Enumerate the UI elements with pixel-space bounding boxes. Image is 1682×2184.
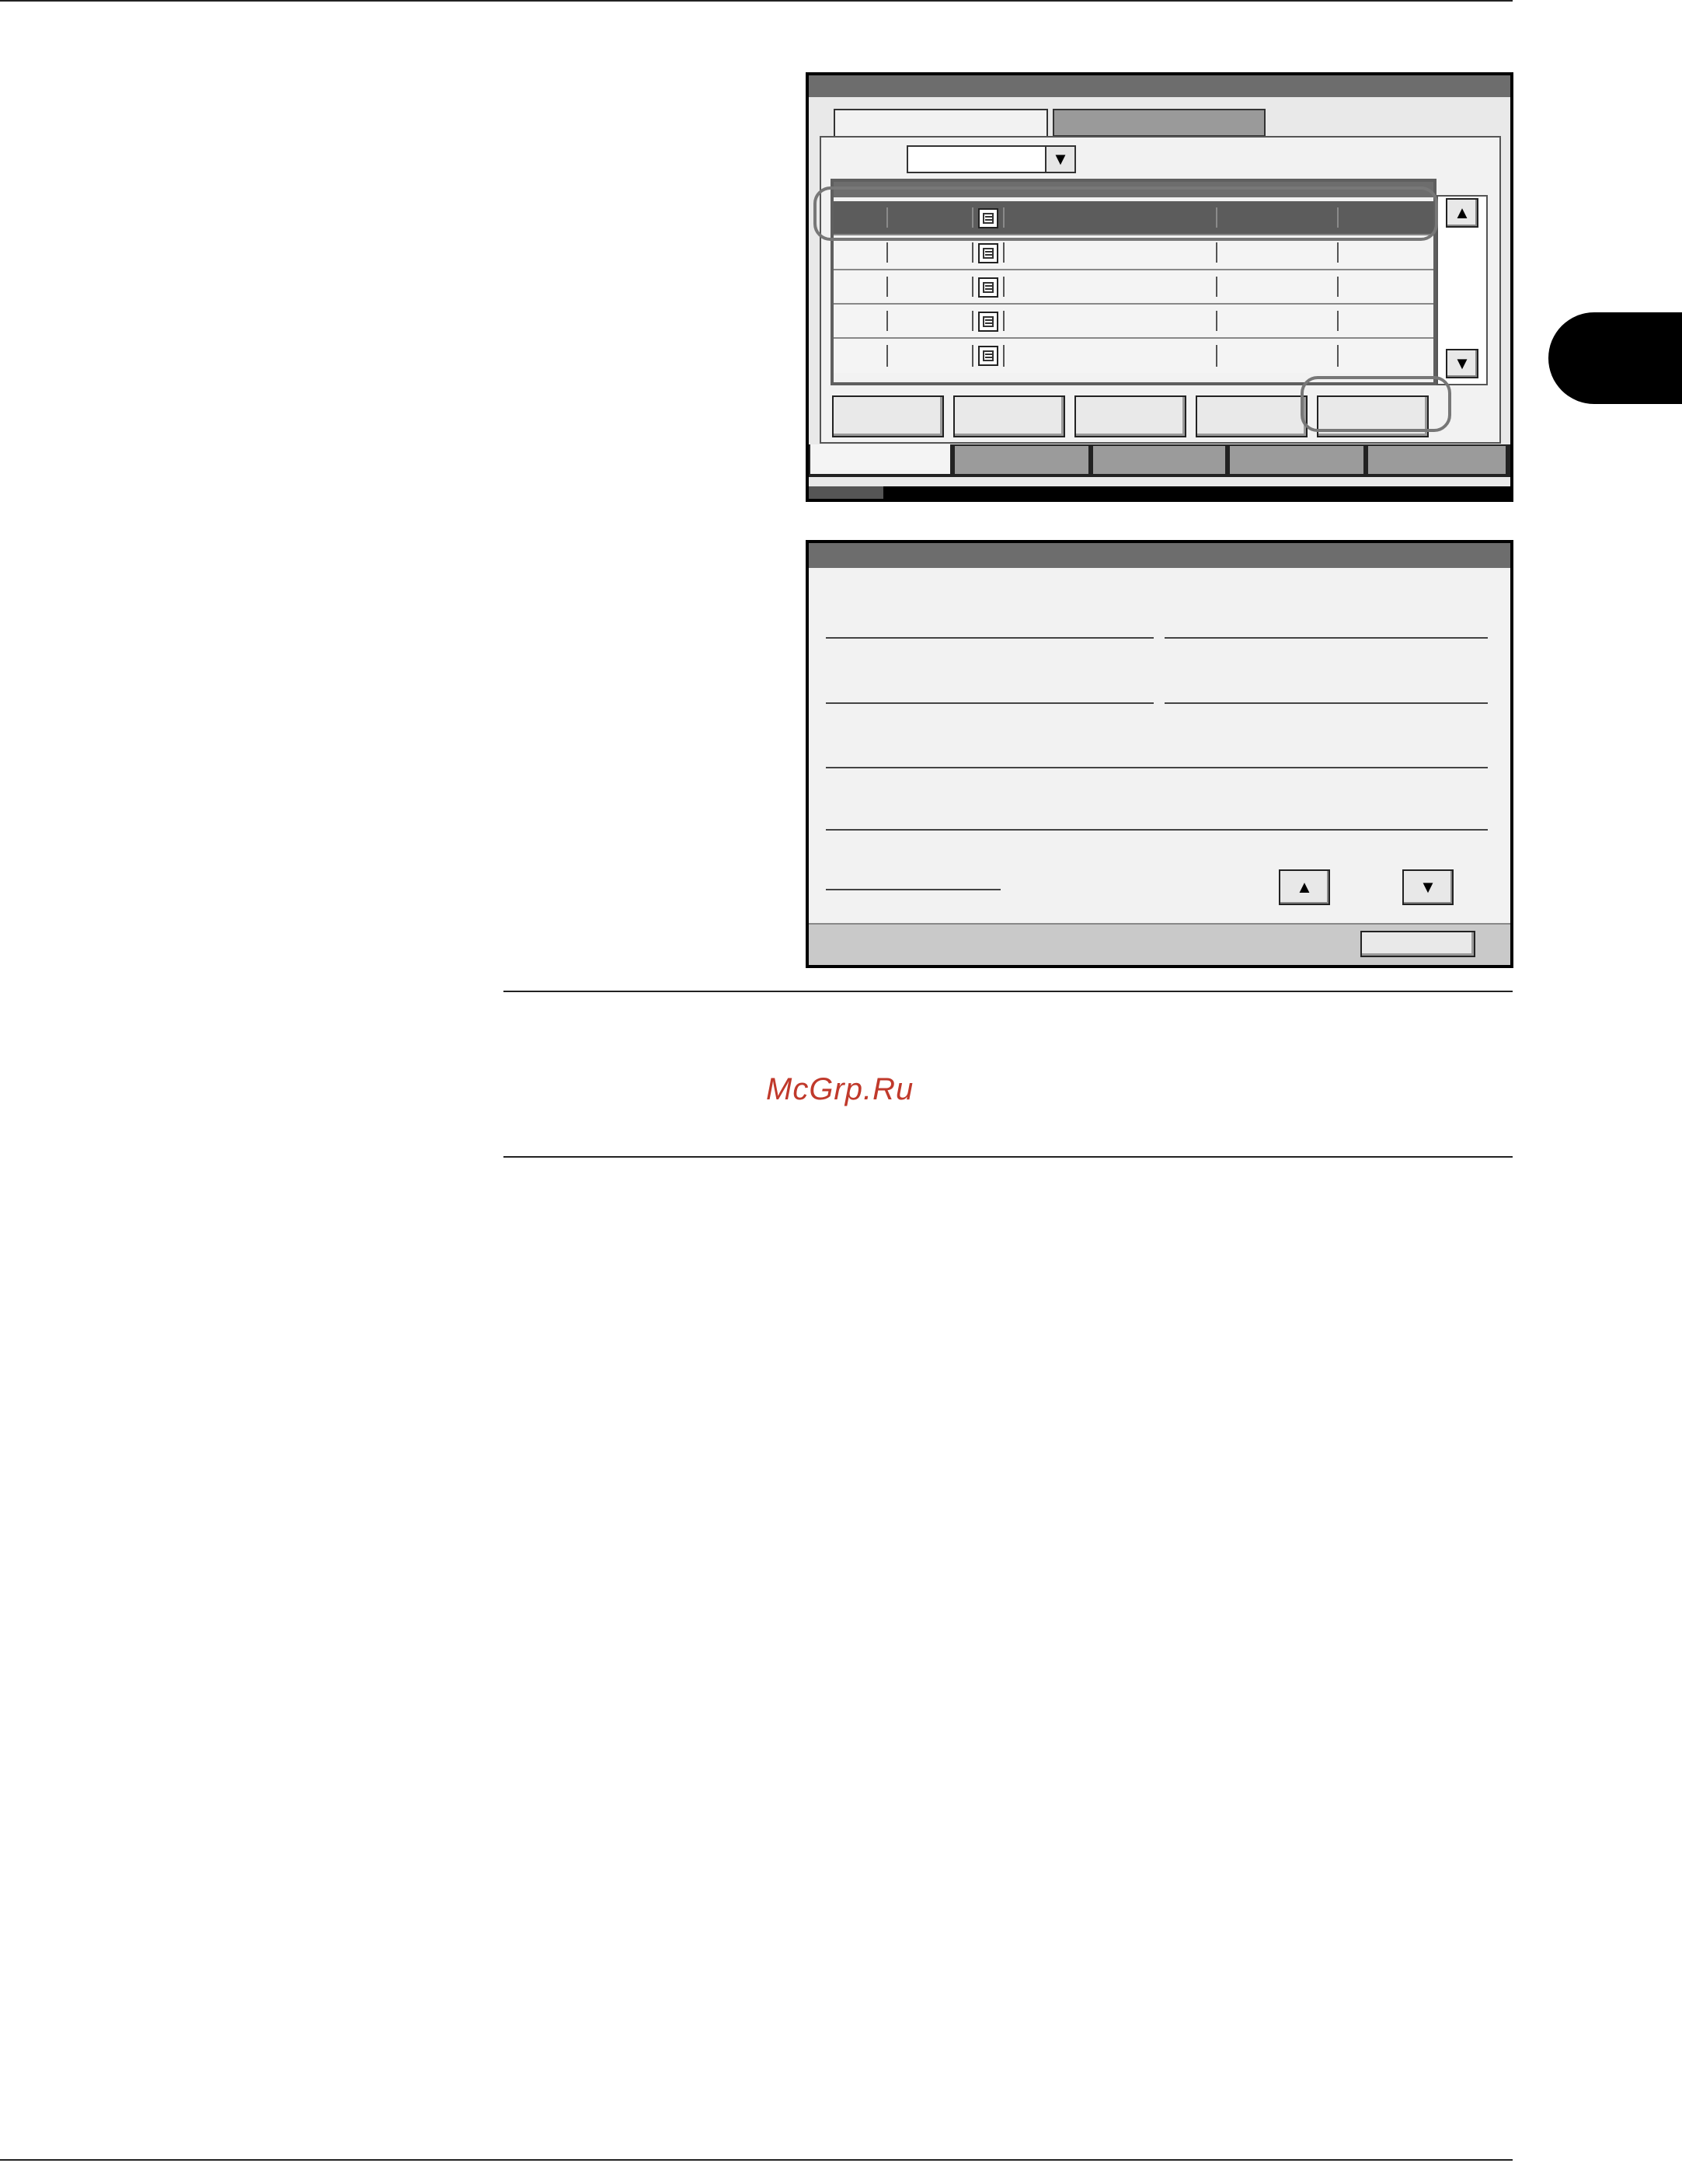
field-underline [826, 889, 1001, 890]
note-bottom-rule [503, 1156, 1513, 1158]
col-divider [1003, 311, 1005, 331]
col-divider [886, 311, 888, 331]
field-underline [826, 829, 1488, 831]
tab-active[interactable] [834, 109, 1048, 140]
table-row[interactable] [834, 236, 1433, 270]
col-divider [1337, 311, 1339, 331]
field-underline [826, 702, 1154, 704]
detail-button-callout [1301, 376, 1451, 432]
col-divider [1216, 277, 1217, 297]
field-underline [826, 637, 1154, 639]
list-scrollbar[interactable]: ▲ ▼ [1436, 195, 1488, 385]
bottom-tab-2[interactable] [953, 444, 1090, 475]
col-divider [1216, 345, 1217, 367]
note-top-rule [503, 991, 1513, 992]
col-divider [886, 345, 888, 367]
col-divider [1337, 242, 1339, 263]
col-divider [1337, 345, 1339, 367]
selected-row-callout [813, 186, 1438, 241]
col-divider [886, 277, 888, 297]
filter-dropdown[interactable]: ▼ [907, 145, 1076, 173]
bottom-tab-bar [809, 444, 1510, 477]
action-button-1[interactable] [832, 395, 944, 437]
detail-footer [809, 923, 1510, 965]
col-divider [886, 242, 888, 263]
chevron-down-icon[interactable]: ▼ [1045, 147, 1074, 172]
col-divider [972, 345, 973, 367]
screen-title-bar [809, 75, 1510, 97]
field-underline [826, 767, 1488, 768]
up-triangle-icon: ▲ [1454, 203, 1471, 222]
bottom-tab-5[interactable] [1367, 444, 1507, 475]
status-indicator [809, 486, 883, 499]
col-divider [1003, 277, 1005, 297]
document-icon [978, 312, 998, 332]
document-icon [978, 346, 998, 366]
table-row[interactable] [834, 305, 1433, 339]
table-row[interactable] [834, 339, 1433, 373]
col-divider [972, 277, 973, 297]
action-button-2[interactable] [953, 395, 1065, 437]
document-icon [978, 243, 998, 263]
down-triangle-icon: ▼ [1419, 877, 1436, 897]
col-divider [972, 242, 973, 263]
top-rule [0, 0, 1513, 2]
table-row[interactable] [834, 270, 1433, 305]
col-divider [1216, 242, 1217, 263]
col-divider [1003, 242, 1005, 263]
action-button-4[interactable] [1196, 395, 1308, 437]
action-button-3[interactable] [1074, 395, 1186, 437]
up-triangle-icon: ▲ [1296, 877, 1313, 897]
field-underline [1165, 637, 1488, 639]
status-bar [809, 486, 1510, 499]
down-triangle-icon: ▼ [1454, 354, 1471, 373]
document-icon [978, 277, 998, 298]
col-divider [1003, 345, 1005, 367]
tab-inactive[interactable] [1053, 109, 1266, 137]
detail-title-bar [809, 543, 1510, 568]
bottom-rule [0, 2159, 1513, 2161]
scroll-up-button[interactable]: ▲ [1446, 198, 1478, 228]
close-button[interactable] [1360, 931, 1475, 957]
bottom-tab-3[interactable] [1092, 444, 1227, 475]
field-underline [1165, 702, 1488, 704]
job-detail-screen: ▲ ▼ [806, 540, 1513, 968]
chapter-tab [1548, 312, 1682, 404]
col-divider [972, 311, 973, 331]
job-list-screen: ▼ ▲ ▼ [806, 72, 1513, 502]
page-down-button[interactable]: ▼ [1402, 869, 1454, 905]
bottom-tab-1[interactable] [809, 444, 952, 475]
col-divider [1216, 311, 1217, 331]
bottom-tab-4[interactable] [1228, 444, 1365, 475]
watermark-text: McGrp.Ru [766, 1072, 914, 1106]
col-divider [1337, 277, 1339, 297]
scroll-down-button[interactable]: ▼ [1446, 349, 1478, 378]
page-up-button[interactable]: ▲ [1279, 869, 1330, 905]
